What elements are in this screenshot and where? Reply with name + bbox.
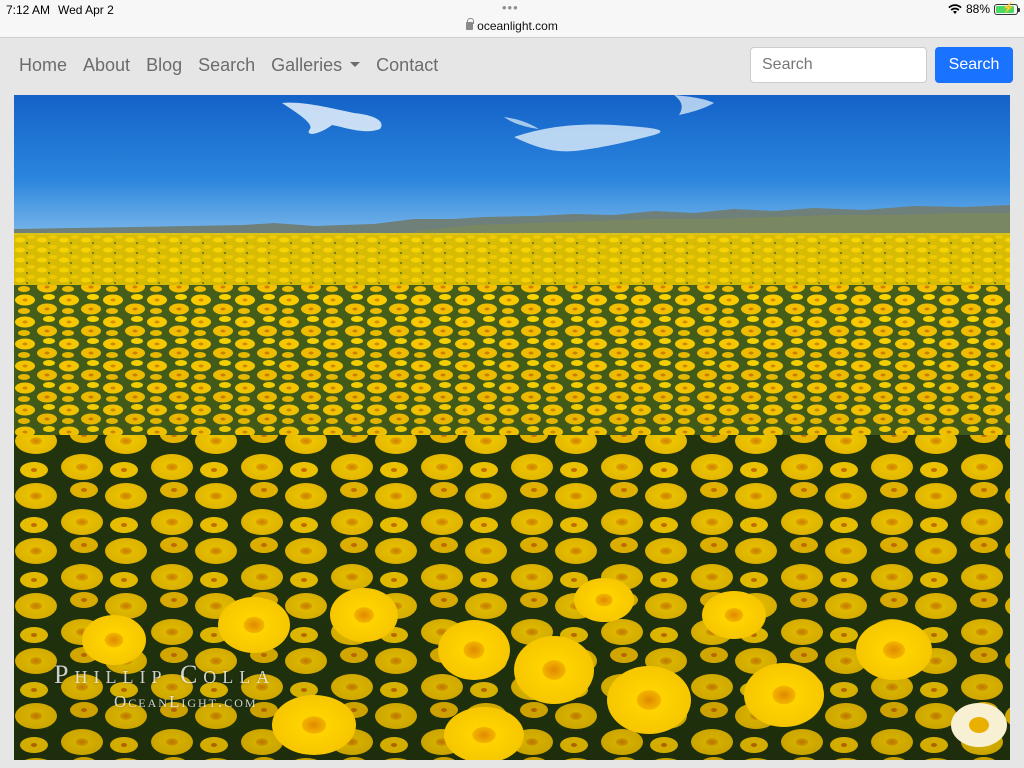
site-navbar: Home About Blog Search Galleries Contact… bbox=[0, 38, 1024, 94]
wifi-icon bbox=[948, 3, 962, 15]
nav-galleries-label: Galleries bbox=[271, 55, 343, 75]
battery-percent: 88% bbox=[965, 2, 990, 16]
nav-contact-link[interactable]: Contact bbox=[376, 55, 438, 76]
nav-links: Home About Blog Search Galleries Contact bbox=[19, 55, 454, 76]
url-text: oceanlight.com bbox=[477, 19, 558, 33]
watermark-site: OceanLight.com bbox=[114, 692, 258, 711]
lock-icon bbox=[466, 18, 475, 30]
browser-status-bar: 7:12 AM Wed Apr 2 ••• oceanlight.com 88%… bbox=[0, 0, 1024, 38]
multitasking-dots-icon[interactable]: ••• bbox=[502, 0, 519, 15]
photo-watermark: Phillip Colla OceanLight.com bbox=[54, 660, 275, 712]
address-bar[interactable]: oceanlight.com bbox=[0, 18, 1024, 33]
watermark-name: Phillip Colla bbox=[54, 660, 276, 689]
nav-about-link[interactable]: About bbox=[83, 55, 130, 76]
battery-icon: ⚡ bbox=[994, 2, 1020, 15]
nav-search-link[interactable]: Search bbox=[198, 55, 255, 76]
search-input[interactable] bbox=[750, 47, 927, 83]
search-button[interactable]: Search bbox=[935, 47, 1013, 83]
wildflower-photo: Phillip Colla OceanLight.com bbox=[14, 95, 1010, 760]
caret-down-icon bbox=[350, 61, 361, 67]
nav-galleries-dropdown[interactable]: Galleries bbox=[271, 55, 361, 76]
status-indicators: 88% ⚡ bbox=[948, 2, 1020, 16]
status-date: Wed Apr 2 bbox=[58, 3, 114, 17]
status-time: 7:12 AM bbox=[6, 3, 51, 17]
nav-home-link[interactable]: Home bbox=[19, 55, 67, 76]
nav-blog-link[interactable]: Blog bbox=[146, 55, 182, 76]
charging-bolt-icon: ⚡ bbox=[1002, 2, 1015, 14]
